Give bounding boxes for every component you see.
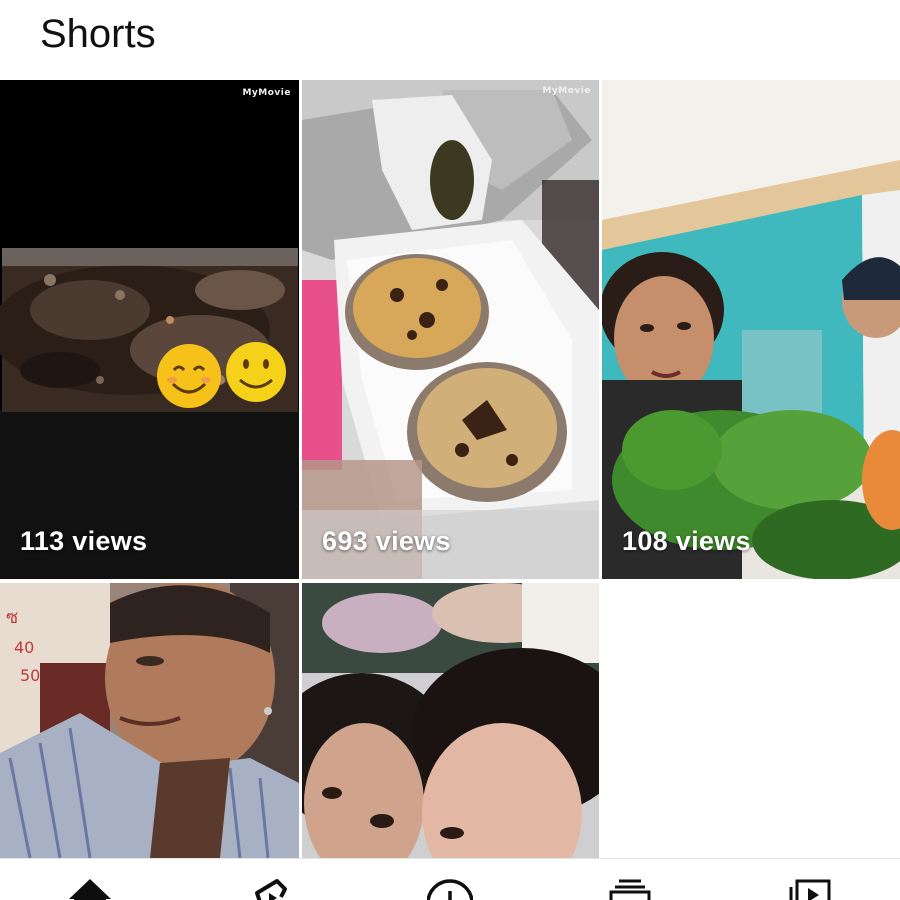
svg-text:50: 50 — [20, 666, 40, 685]
home-icon — [69, 879, 111, 900]
view-count: 693 views — [322, 526, 451, 556]
short-thumbnail[interactable]: MyMovie 113 views — [0, 80, 299, 579]
view-count: 113 views — [20, 526, 148, 556]
short-thumbnail[interactable]: 108 views — [602, 80, 900, 579]
smile-emoji-icon — [226, 342, 286, 402]
thumbnail-image: ซ 40 50 — [0, 583, 299, 858]
page-title: Shorts — [40, 12, 156, 56]
shorts-tab[interactable] — [247, 877, 293, 900]
shorts-grid: MyMovie 113 views MyMovie 693 views 108 … — [0, 80, 900, 858]
short-thumbnail[interactable]: MyMovie 693 views — [302, 80, 599, 579]
create-tab[interactable] — [427, 877, 473, 900]
watermark-label: MyMovie — [542, 86, 591, 96]
subscriptions-tab[interactable] — [607, 877, 653, 900]
create-icon — [427, 879, 473, 900]
thumbnail-image — [602, 80, 900, 579]
short-thumbnail[interactable] — [302, 583, 599, 858]
thumbnail-image — [0, 80, 299, 579]
bottom-navigation — [0, 858, 900, 900]
page-header: Shorts — [0, 0, 900, 80]
subscriptions-icon — [609, 879, 651, 900]
short-thumbnail[interactable]: ซ 40 50 — [0, 583, 299, 858]
svg-text:40: 40 — [14, 638, 34, 657]
smile-emoji-icon — [157, 344, 221, 408]
svg-text:ซ: ซ — [6, 607, 18, 628]
library-tab[interactable] — [787, 877, 833, 900]
thumbnail-image — [302, 80, 599, 579]
view-count: 108 views — [622, 526, 751, 556]
watermark-label: MyMovie — [242, 88, 291, 98]
shorts-icon — [255, 879, 287, 900]
home-tab[interactable] — [67, 877, 113, 900]
thumbnail-image — [302, 583, 599, 858]
library-icon — [789, 879, 831, 900]
